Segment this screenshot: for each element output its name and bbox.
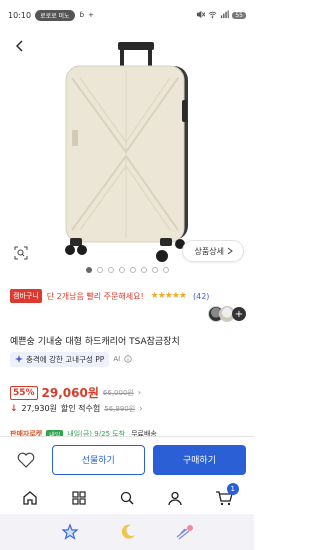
search-icon [120,491,134,505]
coupon-price: 27,930원 [21,404,57,413]
nav-home[interactable] [17,485,43,511]
wishlist-button[interactable] [8,445,44,475]
notification-icon: ɓ [79,11,85,19]
sparkle-icon [15,355,23,363]
badge-row: 캠바구니 단 2개남음 빨리 주문해세요! ★★★★★ (42) [10,288,250,304]
price-info-chevron-icon[interactable]: › [138,388,141,397]
nav-categories[interactable] [66,485,92,511]
product-detail-button[interactable]: 상품상세 [181,240,244,262]
suitcase-image [65,42,188,262]
coupon-info-chevron-icon[interactable]: › [139,404,142,413]
down-arrow-icon: ↓ [10,403,18,414]
review-count[interactable]: (42) [193,292,209,301]
signal-icon [220,9,230,21]
info-icon[interactable] [124,355,132,363]
chevron-right-icon [227,247,233,255]
pagination-dot[interactable] [140,267,147,273]
pagination-dot[interactable] [118,267,125,273]
buy-button[interactable]: 구매하기 [152,444,246,475]
home-icon [23,491,37,505]
battery-icon: 55 [232,11,246,19]
gift-button[interactable]: 선물하기 [51,444,145,475]
comet-icon[interactable] [175,523,195,541]
image-pagination [0,267,254,273]
heart-icon [17,452,35,468]
pagination-dot[interactable] [151,267,158,273]
user-icon [168,491,183,506]
pagination-dot[interactable] [96,267,103,273]
system-bar [0,514,254,550]
lens-search-button[interactable] [12,244,30,262]
pagination-dot[interactable] [107,267,114,273]
coupon-price-row: ↓ 27,930원 할인 적수험 56,990원 › [10,403,142,414]
mute-icon [196,10,206,21]
moon-icon[interactable] [119,523,137,541]
feature-chip-label: 충격에 강한 고내구성 PP [26,354,105,364]
nav-cart[interactable]: 1 [211,483,239,511]
feature-chip-row: 충격에 강한 고내구성 PP AI [10,351,132,367]
status-bar: 10:10 로로로 미노 ɓ + 55 [0,0,254,30]
brand-badge: 캠바구니 [10,289,42,303]
stock-promo-text: 단 2개남음 빨리 주문해세요! [46,291,144,301]
product-image[interactable] [0,30,254,270]
feature-chip[interactable]: 충격에 강한 고내구성 PP [10,351,110,367]
more-options-plus-icon[interactable]: + [232,307,246,321]
detail-button-label: 상품상세 [194,246,224,256]
lens-icon [14,246,28,260]
rating-stars[interactable]: ★★★★★ [151,291,187,301]
pagination-dot[interactable] [85,267,92,273]
star-sticker-icon[interactable] [59,523,81,541]
chevron-left-icon [16,40,23,52]
option-thumbnails[interactable]: + [208,306,246,322]
original-price: 66,000원 [102,388,134,397]
price-row: 55% 29,060원 66,000원 › [10,384,141,401]
bottom-nav: 1 [0,482,254,514]
notification-plus-icon: + [88,11,94,19]
cart-count-badge: 1 [226,483,239,495]
discount-rate: 55% [10,385,38,400]
status-icons: 55 [196,9,246,21]
pagination-dot[interactable] [162,267,169,273]
back-button[interactable] [12,38,28,54]
nav-search[interactable] [114,485,140,511]
coupon-original-price: 56,990원 [104,404,136,413]
pagination-dot[interactable] [129,267,136,273]
coupon-label: 할인 적수험 [60,404,101,413]
nav-my-page[interactable] [162,485,188,511]
purchase-action-bar: 선물하기 구매하기 [0,436,254,482]
sale-price: 29,060원 [41,386,99,400]
notification-pill: 로로로 미노 [35,9,75,21]
wifi-icon [208,10,217,21]
grid-icon [71,491,86,505]
product-title: 예쁜숭 기내숭 대형 하드캐리어 TSA잠금장치 [10,337,180,347]
status-time: 10:10 [8,10,32,20]
ai-label: AI [113,355,121,363]
